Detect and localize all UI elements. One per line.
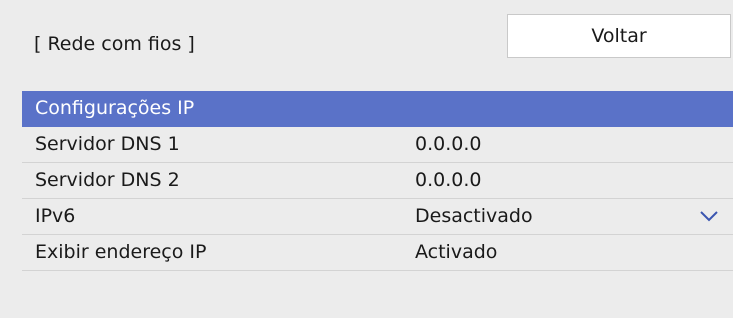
- menu-item-label: IPv6: [35, 205, 76, 227]
- menu-item-value: Activado: [415, 241, 498, 263]
- menu-item-dns-server-1[interactable]: Servidor DNS 1 0.0.0.0: [22, 127, 733, 163]
- menu-item-label: Configurações IP: [35, 97, 195, 119]
- menu-item-value: Desactivado: [415, 205, 533, 227]
- menu-item-ipv6[interactable]: IPv6 Desactivado: [22, 199, 733, 235]
- back-button[interactable]: Voltar: [507, 14, 731, 58]
- menu-item-value: 0.0.0.0: [415, 169, 482, 191]
- page-title: [ Rede com fios ]: [34, 33, 195, 55]
- network-settings-panel: [ Rede com fios ] Voltar Configurações I…: [22, 0, 733, 318]
- menu-item-label: Servidor DNS 2: [35, 169, 180, 191]
- chevron-down-icon[interactable]: [699, 209, 719, 223]
- menu-item-dns-server-2[interactable]: Servidor DNS 2 0.0.0.0: [22, 163, 733, 199]
- menu-item-ip-settings[interactable]: Configurações IP: [22, 91, 733, 127]
- menu-item-value: 0.0.0.0: [415, 133, 482, 155]
- settings-menu: Configurações IP Servidor DNS 1 0.0.0.0 …: [22, 91, 733, 271]
- menu-item-display-ip-address[interactable]: Exibir endereço IP Activado: [22, 235, 733, 271]
- menu-item-label: Exibir endereço IP: [35, 241, 207, 263]
- menu-item-label: Servidor DNS 1: [35, 133, 180, 155]
